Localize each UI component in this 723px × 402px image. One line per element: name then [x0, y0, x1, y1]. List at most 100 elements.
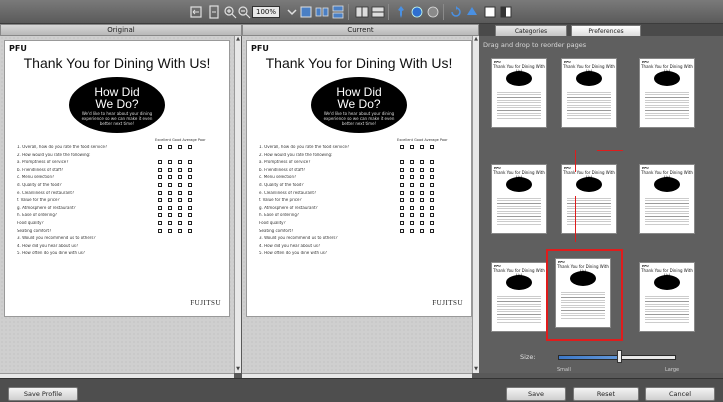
save-button[interactable]: Save [506, 387, 566, 401]
rating-checkbox [158, 160, 162, 165]
page-thumbnail[interactable]: PFUThank You for Dining With Us! [639, 164, 695, 234]
rating-checkbox [158, 205, 162, 210]
bottom-bar: Save Profile Save Reset Cancel [0, 378, 723, 402]
rating-checkbox [420, 145, 424, 149]
size-slider-thumb[interactable] [617, 350, 622, 363]
page-thumbnail[interactable]: PFUThank You for Dining With Us! [491, 58, 547, 128]
rating-checkbox [168, 160, 172, 165]
tab-categories[interactable]: Categories [495, 25, 567, 36]
survey-question: d. Quality of the food? [259, 183, 304, 187]
rating-checkbox [178, 183, 182, 187]
reset-button[interactable]: Reset [573, 387, 639, 401]
rating-checkbox [158, 167, 162, 172]
rating-checkbox [400, 190, 404, 195]
rating-checkbox [158, 183, 162, 187]
size-slider-label: Size: [520, 353, 536, 361]
survey-question: 2. How would you rate the following: [17, 152, 91, 157]
settings-icon[interactable] [464, 4, 480, 20]
thumb-lines [497, 90, 541, 120]
slider-min-label: Small [557, 367, 571, 373]
page-thumbnail[interactable]: PFUThank You for Dining With Us! [491, 164, 547, 234]
rating-checkbox [420, 167, 424, 172]
split-h-icon[interactable] [370, 4, 386, 20]
fit-page-icon[interactable] [206, 4, 222, 20]
rating-checkbox [178, 205, 182, 210]
survey-question: c. Menu selection? [17, 175, 55, 180]
rotate-icon[interactable] [448, 4, 464, 20]
survey-question: 5. How often do you dine with us? [17, 251, 86, 256]
rating-checkbox [400, 183, 404, 187]
rating-checkbox [158, 190, 162, 195]
cancel-button[interactable]: Cancel [645, 387, 715, 401]
page-thumbnail[interactable]: PFUThank You for Dining With Us! [491, 262, 547, 332]
rating-checkbox [168, 228, 172, 233]
page-thumbnail[interactable]: PFUThank You for Dining With Us! [639, 58, 695, 128]
survey-question: g. Atmosphere of restaurant? [259, 205, 318, 210]
survey-question: Food quality? [259, 221, 286, 225]
rating-checkbox [410, 190, 414, 195]
survey-question: 2. How would you rate the following: [259, 152, 333, 157]
current-page: PFU Thank You for Dining With Us! How Di… [246, 40, 472, 317]
rating-checkbox [430, 175, 434, 180]
survey-question: c. Menu selection? [259, 175, 297, 180]
pfu-logo: PFU [9, 44, 27, 53]
rating-checkbox [410, 221, 414, 225]
zoom-out-icon[interactable] [236, 4, 252, 20]
rating-checkbox [410, 228, 414, 233]
tab-preferences[interactable]: Preferences [571, 25, 641, 36]
rating-checkbox [188, 221, 192, 225]
pin-icon[interactable] [393, 4, 409, 20]
zoom-input[interactable]: 100% [252, 6, 280, 18]
rating-checkbox [420, 221, 424, 225]
size-slider-rest[interactable] [620, 355, 676, 360]
rating-checkbox [178, 221, 182, 225]
rating-checkbox [430, 167, 434, 172]
page-thumbnail[interactable]: PFUThank You for Dining With Us! [639, 262, 695, 332]
survey-question: e. Cleanliness of restaurant? [259, 190, 317, 195]
rating-checkbox [188, 145, 192, 149]
rating-checkbox [400, 175, 404, 180]
original-page: PFU Thank You for Dining With Us! How Di… [4, 40, 230, 317]
thumb-lines [497, 196, 541, 226]
thumbnail-panel: Drag and drop to reorder pages PFU Thank … [479, 36, 723, 373]
gray-circle-icon[interactable] [425, 4, 441, 20]
page-thumbnail[interactable]: PFUThank You for Dining With Us! [561, 164, 617, 234]
two-page-icon[interactable] [314, 4, 330, 20]
thumb-oval [654, 275, 680, 290]
toolbar: 100% [0, 0, 723, 24]
survey-question: h. Ease of ordering? [17, 213, 57, 218]
thumb-oval [576, 71, 602, 86]
selected-thumbnail-frame [546, 249, 623, 341]
rating-checkbox [420, 213, 424, 218]
oval-subtitle: We'd like to hear about your dining expe… [323, 111, 395, 126]
current-pane[interactable]: PFU Thank You for Dining With Us! How Di… [242, 36, 472, 373]
oval-title-line2: We Do? [95, 97, 139, 111]
survey-question: Seating comfort? [17, 228, 52, 233]
original-pane[interactable]: PFU Thank You for Dining With Us! How Di… [0, 36, 234, 373]
rating-checkbox [400, 160, 404, 165]
continuous-icon[interactable] [330, 4, 346, 20]
survey-question: 3. Would you recommend us to others? [17, 236, 96, 241]
split-square-icon[interactable] [498, 4, 514, 20]
scroll-down-icon[interactable]: ▼ [235, 366, 241, 373]
rating-checkbox [178, 213, 182, 218]
split-v-icon[interactable] [354, 4, 370, 20]
current-vscroll[interactable]: ▲ ▼ [472, 36, 479, 373]
fit-width-icon[interactable] [188, 4, 204, 20]
rating-checkbox [400, 167, 404, 172]
rating-checkbox [430, 228, 434, 233]
oval-subtitle: We'd like to hear about your dining expe… [81, 111, 153, 126]
rating-checkbox [400, 198, 404, 203]
scroll-up-icon[interactable]: ▲ [235, 36, 241, 43]
thumb-lines [645, 90, 689, 120]
color-square-icon[interactable] [482, 4, 498, 20]
survey-question: e. Cleanliness of restaurant? [17, 190, 75, 195]
rating-checkbox [420, 160, 424, 165]
rating-checkbox [168, 167, 172, 172]
single-page-icon[interactable] [298, 4, 314, 20]
blue-circle-icon[interactable] [409, 4, 425, 20]
save-profile-button[interactable]: Save Profile [8, 387, 78, 401]
original-vscroll[interactable]: ▲ ▼ [234, 36, 241, 373]
page-thumbnail[interactable]: PFUThank You for Dining With Us! [561, 58, 617, 128]
right-tabs: Categories Preferences [479, 24, 723, 36]
